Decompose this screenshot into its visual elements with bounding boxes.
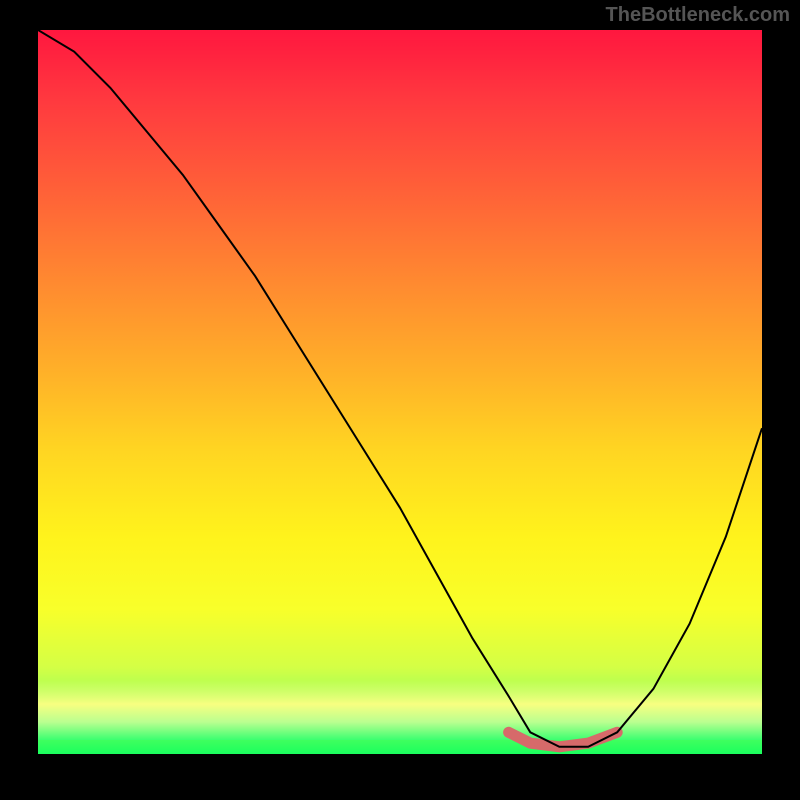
watermark: TheBottleneck.com [606,4,790,27]
chart-svg [38,30,762,754]
bottleneck-curve [38,30,762,747]
chart-area [38,30,762,754]
